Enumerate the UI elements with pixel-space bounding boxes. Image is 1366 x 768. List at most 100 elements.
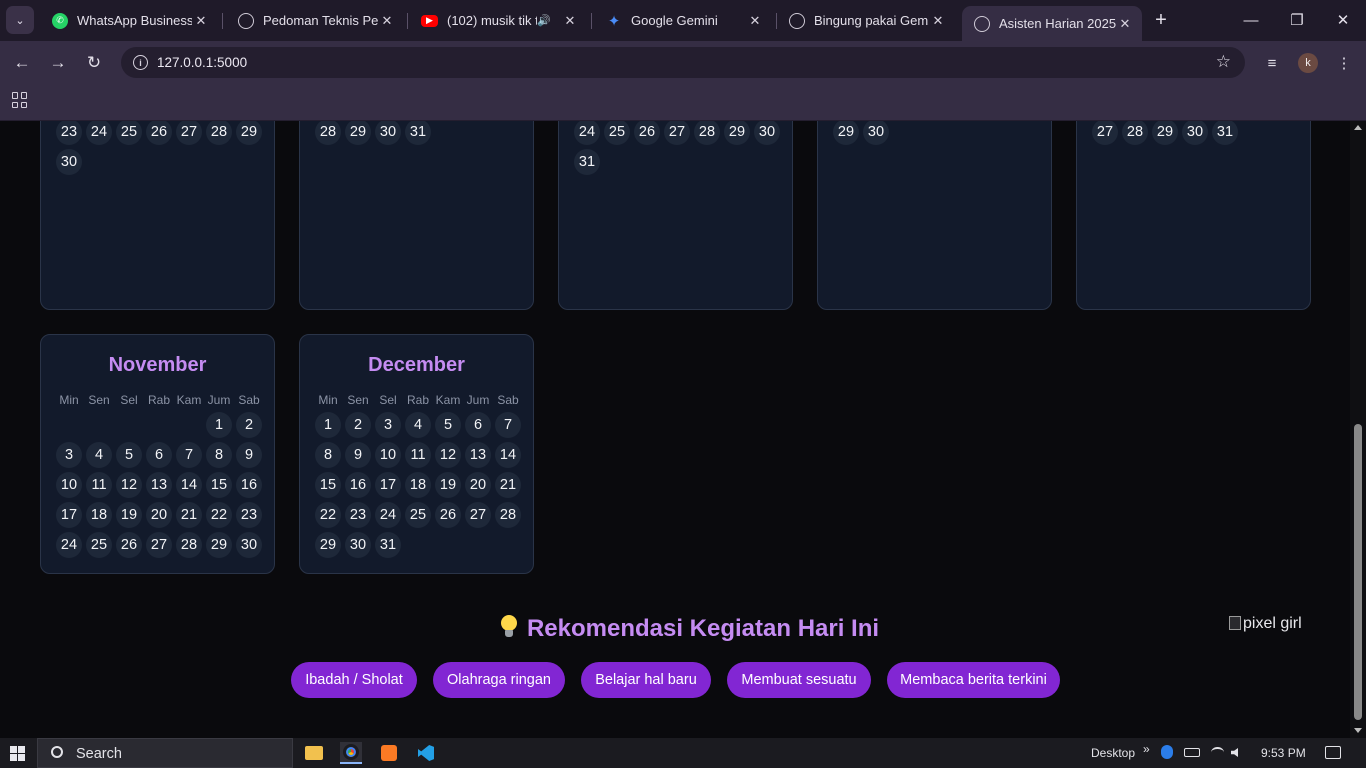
close-icon[interactable]: ✕	[192, 13, 210, 29]
day-cell[interactable]: 22	[206, 502, 232, 528]
day-cell[interactable]: 29	[345, 121, 371, 145]
activity-button-ibadah[interactable]: Ibadah / Sholat	[291, 662, 417, 698]
day-cell[interactable]: 25	[604, 121, 630, 145]
day-cell[interactable]: 24	[56, 532, 82, 558]
day-cell[interactable]: 20	[465, 472, 491, 498]
taskbar-search[interactable]: Search	[37, 738, 293, 768]
file-explorer-icon[interactable]	[303, 742, 325, 764]
tab-youtube[interactable]: ▶ (102) musik tik tok 🔊 ✕	[409, 6, 587, 35]
day-cell[interactable]: 20	[146, 502, 172, 528]
day-cell[interactable]: 29	[206, 532, 232, 558]
day-cell[interactable]: 23	[236, 502, 262, 528]
day-cell[interactable]: 28	[495, 502, 521, 528]
day-cell[interactable]: 25	[116, 121, 142, 145]
day-cell[interactable]: 31	[405, 121, 431, 145]
day-cell[interactable]: 18	[405, 472, 431, 498]
speaker-icon[interactable]: 🔊	[537, 14, 551, 27]
site-info-icon[interactable]: i	[133, 55, 148, 70]
windows-start-icon[interactable]	[10, 746, 25, 761]
reload-button[interactable]: ↻	[81, 50, 107, 76]
bluetooth-icon[interactable]	[1161, 745, 1173, 759]
day-cell[interactable]: 14	[176, 472, 202, 498]
forward-button[interactable]: →	[45, 50, 71, 76]
scroll-down-arrow-icon[interactable]	[1354, 728, 1362, 733]
day-cell[interactable]: 28	[176, 532, 202, 558]
day-cell[interactable]: 31	[375, 532, 401, 558]
minimize-button[interactable]: —	[1239, 8, 1263, 32]
battery-icon[interactable]	[1184, 748, 1200, 757]
day-cell[interactable]: 26	[116, 532, 142, 558]
day-cell[interactable]: 27	[146, 532, 172, 558]
day-cell[interactable]: 29	[833, 121, 859, 145]
day-cell[interactable]: 28	[206, 121, 232, 145]
day-cell[interactable]: 21	[495, 472, 521, 498]
day-cell[interactable]: 8	[206, 442, 232, 468]
close-icon[interactable]: ✕	[746, 13, 764, 29]
page-scrollbar[interactable]	[1350, 121, 1366, 738]
day-cell[interactable]: 26	[634, 121, 660, 145]
day-cell[interactable]: 27	[465, 502, 491, 528]
day-cell[interactable]: 31	[574, 149, 600, 175]
day-cell[interactable]: 30	[375, 121, 401, 145]
day-cell[interactable]: 22	[315, 502, 341, 528]
scroll-up-arrow-icon[interactable]	[1354, 125, 1362, 130]
clock-time[interactable]: 9:53 PM	[1261, 746, 1306, 760]
day-cell[interactable]: 3	[56, 442, 82, 468]
day-cell[interactable]: 10	[56, 472, 82, 498]
day-cell[interactable]: 24	[375, 502, 401, 528]
day-cell[interactable]: 18	[86, 502, 112, 528]
day-cell[interactable]: 27	[1092, 121, 1118, 145]
day-cell[interactable]: 2	[236, 412, 262, 438]
day-cell[interactable]: 9	[345, 442, 371, 468]
day-cell[interactable]: 30	[863, 121, 889, 145]
scroll-thumb[interactable]	[1354, 424, 1362, 720]
browser-menu-button[interactable]: ⋮	[1332, 51, 1356, 75]
day-cell[interactable]: 9	[236, 442, 262, 468]
day-cell[interactable]: 25	[86, 532, 112, 558]
activity-button-membuat[interactable]: Membuat sesuatu	[727, 662, 871, 698]
day-cell[interactable]: 8	[315, 442, 341, 468]
vscode-icon[interactable]	[415, 742, 437, 764]
address-bar[interactable]: i 127.0.0.1:5000 ☆	[121, 47, 1245, 78]
day-cell[interactable]: 12	[116, 472, 142, 498]
close-icon[interactable]: ✕	[1116, 16, 1134, 32]
day-cell[interactable]: 5	[435, 412, 461, 438]
day-cell[interactable]: 21	[176, 502, 202, 528]
day-cell[interactable]: 28	[1122, 121, 1148, 145]
day-cell[interactable]: 28	[315, 121, 341, 145]
day-cell[interactable]: 31	[1212, 121, 1238, 145]
activity-button-olahraga[interactable]: Olahraga ringan	[433, 662, 565, 698]
overflow-chevron-icon[interactable]: »	[1143, 742, 1150, 756]
tab-search-button[interactable]: ⌄	[6, 6, 34, 34]
day-cell[interactable]: 16	[236, 472, 262, 498]
volume-icon[interactable]	[1231, 748, 1238, 757]
close-icon[interactable]: ✕	[378, 13, 396, 29]
maximize-button[interactable]: ❐	[1285, 8, 1309, 32]
day-cell[interactable]: 27	[664, 121, 690, 145]
day-cell[interactable]: 26	[146, 121, 172, 145]
day-cell[interactable]: 17	[56, 502, 82, 528]
tab-asisten-harian[interactable]: Asisten Harian 2025 ✕	[962, 6, 1142, 41]
day-cell[interactable]: 7	[495, 412, 521, 438]
day-cell[interactable]: 29	[1152, 121, 1178, 145]
close-icon[interactable]: ✕	[561, 13, 579, 29]
day-cell[interactable]: 23	[345, 502, 371, 528]
day-cell[interactable]: 30	[236, 532, 262, 558]
xampp-icon[interactable]	[378, 742, 400, 764]
tab-pedoman[interactable]: Pedoman Teknis Pelat ✕	[226, 6, 404, 35]
day-cell[interactable]: 4	[86, 442, 112, 468]
apps-grid-icon[interactable]	[12, 92, 28, 108]
day-cell[interactable]: 7	[176, 442, 202, 468]
notification-icon[interactable]	[1325, 746, 1341, 759]
media-control-button[interactable]: ≡	[1260, 51, 1284, 75]
day-cell[interactable]: 30	[754, 121, 780, 145]
close-window-button[interactable]: ✕	[1331, 8, 1355, 32]
day-cell[interactable]: 2	[345, 412, 371, 438]
day-cell[interactable]: 29	[315, 532, 341, 558]
day-cell[interactable]: 30	[56, 149, 82, 175]
day-cell[interactable]: 19	[435, 472, 461, 498]
day-cell[interactable]: 15	[206, 472, 232, 498]
day-cell[interactable]: 27	[176, 121, 202, 145]
day-cell[interactable]: 25	[405, 502, 431, 528]
day-cell[interactable]: 6	[465, 412, 491, 438]
